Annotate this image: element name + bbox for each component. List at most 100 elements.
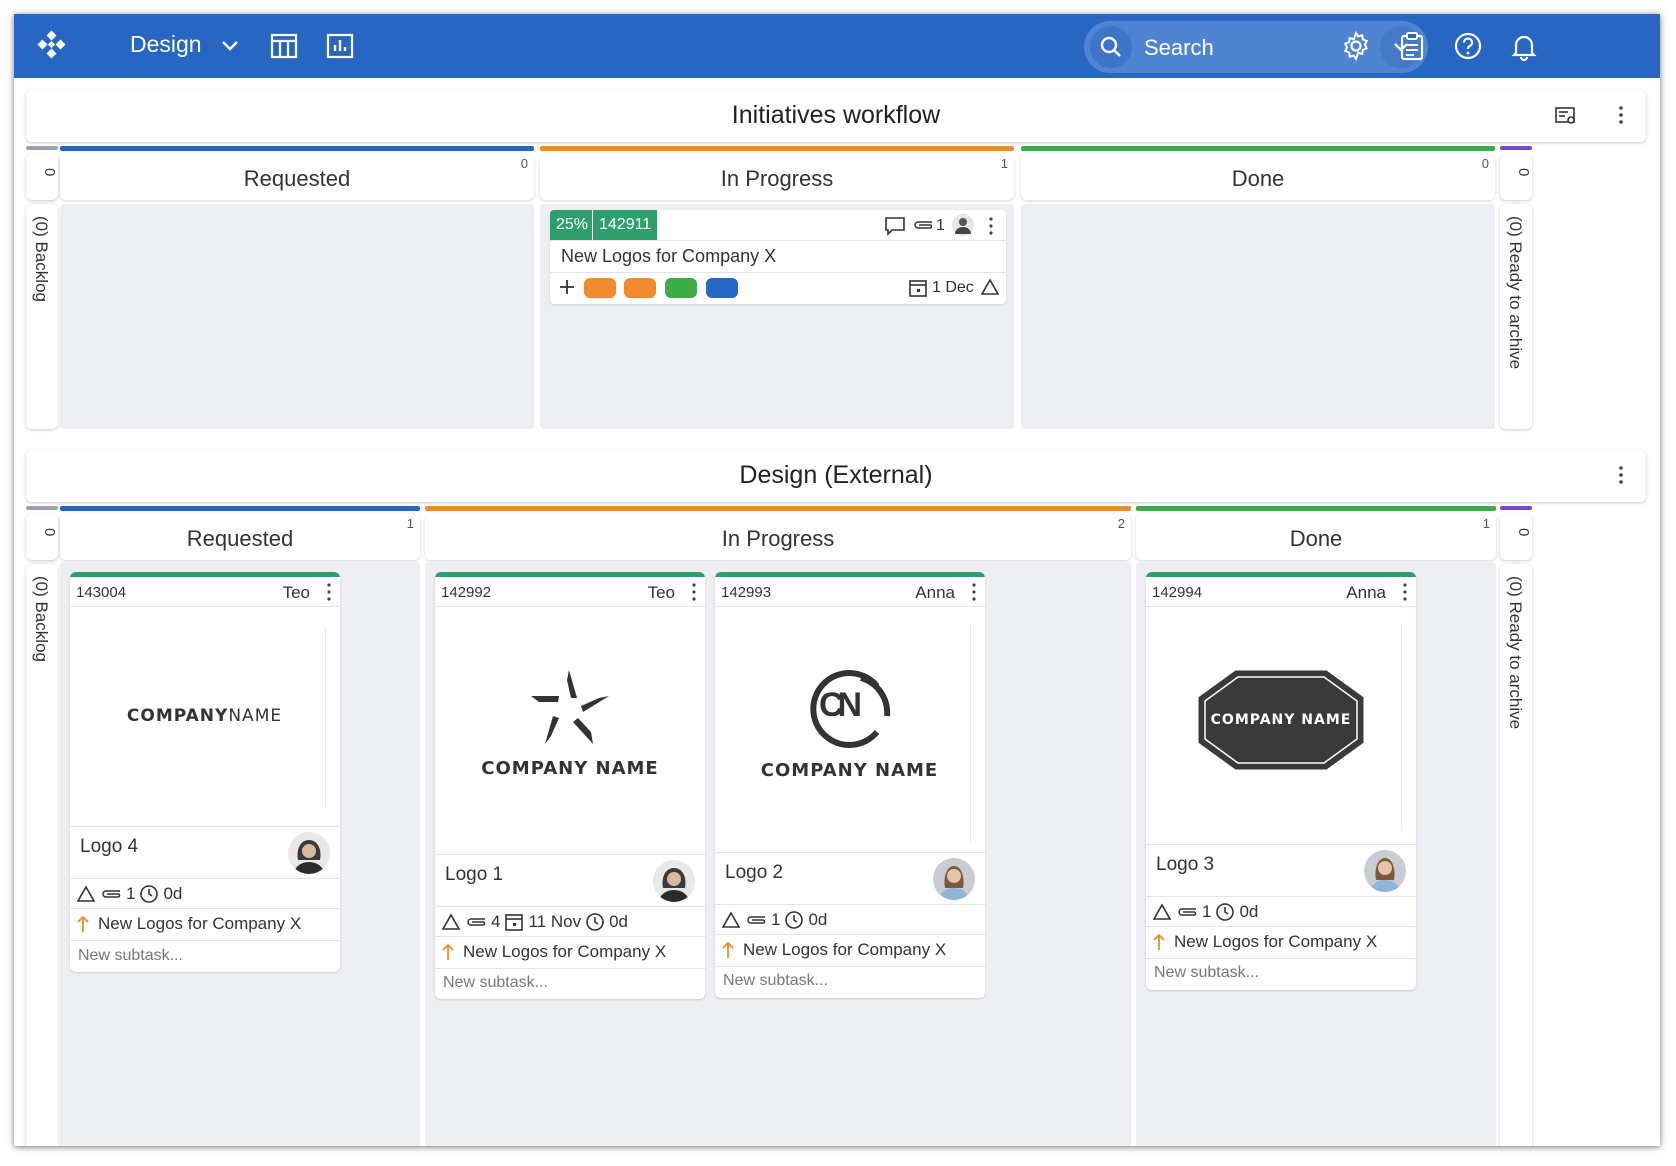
backlog-count[interactable]: 0 <box>26 514 58 560</box>
new-subtask-input[interactable]: New subtask... <box>723 972 828 990</box>
ready-to-archive-column[interactable]: (0) Ready to archive <box>1500 204 1532 429</box>
backlog-column[interactable]: (0) Backlog <box>26 204 58 429</box>
column-header-requested[interactable]: Requested 0 <box>60 154 534 200</box>
initiative-card[interactable]: 25% 142911 1 New Logos for Company X 1 D… <box>550 210 1006 304</box>
priority-triangle-icon[interactable] <box>1152 903 1172 921</box>
card-owner[interactable]: Anna <box>1346 583 1386 603</box>
help-icon[interactable] <box>1452 30 1484 62</box>
divider <box>1146 896 1416 897</box>
arrow-up-icon <box>1153 933 1165 950</box>
parent-link[interactable]: New Logos for Company X <box>76 914 301 934</box>
external-board-header: Design (External) <box>26 450 1646 502</box>
card-owner[interactable]: Teo <box>648 583 675 603</box>
bell-icon[interactable] <box>1508 30 1540 62</box>
divider <box>435 936 705 937</box>
card-menu-icon[interactable] <box>326 582 332 602</box>
app-window: Design Search Initiatives workflow 0 (0)… <box>14 14 1660 1146</box>
card-id[interactable]: 142911 <box>592 210 658 240</box>
backlog-color-bar <box>26 506 58 510</box>
arrow-up-icon <box>722 941 734 958</box>
backlog-column[interactable]: (0) Backlog <box>26 564 58 1146</box>
attachment-icon[interactable] <box>1176 905 1198 919</box>
avatar[interactable] <box>1364 850 1406 892</box>
logo-thumbnail[interactable]: COMPANYNAME <box>84 626 326 808</box>
search-bar[interactable]: Search <box>1084 21 1428 73</box>
card-id[interactable]: 143004 <box>76 584 126 601</box>
tag-pill[interactable] <box>706 278 738 298</box>
card-title[interactable]: Logo 4 <box>80 836 138 858</box>
card-title[interactable]: Logo 1 <box>445 864 503 886</box>
priority-triangle-icon[interactable] <box>980 278 1000 296</box>
tag-pill[interactable] <box>624 278 656 298</box>
card-id[interactable]: 142992 <box>441 584 491 601</box>
backlog-count[interactable]: 0 <box>26 154 58 200</box>
search-icon[interactable] <box>1090 26 1132 68</box>
card-menu-icon[interactable] <box>1402 582 1408 602</box>
attachment-icon[interactable] <box>465 915 487 929</box>
card-menu-icon[interactable] <box>971 582 977 602</box>
tag-pill[interactable] <box>584 278 616 298</box>
progress-badge: 25% <box>550 210 595 240</box>
attachment-icon[interactable] <box>912 218 934 232</box>
clipboard-icon[interactable] <box>1396 30 1428 62</box>
card-owner[interactable]: Anna <box>915 583 955 603</box>
attachment-icon[interactable] <box>745 913 767 927</box>
card-title[interactable]: Logo 2 <box>725 862 783 884</box>
tag-pill[interactable] <box>665 278 697 298</box>
archive-count[interactable]: 0 <box>1500 154 1532 200</box>
avatar[interactable] <box>653 860 695 902</box>
new-subtask-input[interactable]: New subtask... <box>78 947 183 965</box>
avatar[interactable] <box>288 832 330 874</box>
column-header-done[interactable]: Done 0 <box>1021 154 1495 200</box>
table-view-icon[interactable] <box>268 30 300 62</box>
card-menu-icon[interactable] <box>691 582 697 602</box>
column-header-done[interactable]: Done 1 <box>1136 514 1496 560</box>
task-card[interactable]: 142994 Anna COMPANY NAME Logo 3 1 0d New <box>1146 572 1416 990</box>
divider <box>715 852 985 853</box>
column-header-requested[interactable]: Requested 1 <box>60 514 420 560</box>
card-title[interactable]: New Logos for Company X <box>561 246 776 267</box>
chart-view-icon[interactable] <box>324 30 356 62</box>
new-subtask-input[interactable]: New subtask... <box>1154 964 1259 982</box>
ready-to-archive-column[interactable]: (0) Ready to archive <box>1500 564 1532 1146</box>
priority-triangle-icon[interactable] <box>721 911 741 929</box>
card-owner[interactable]: Teo <box>283 583 310 603</box>
column-body-requested[interactable] <box>60 204 534 429</box>
card-meta: 1 0d <box>76 882 182 906</box>
avatar[interactable] <box>933 858 975 900</box>
divider <box>1146 958 1416 959</box>
board-selector[interactable]: Design <box>130 31 202 58</box>
card-id[interactable]: 142993 <box>721 584 771 601</box>
avatar[interactable] <box>952 214 974 236</box>
board-menu-icon[interactable] <box>1618 104 1624 126</box>
column-header-in-progress[interactable]: In Progress 2 <box>425 514 1131 560</box>
attachment-icon[interactable] <box>100 887 122 901</box>
gear-icon[interactable] <box>1340 30 1372 62</box>
logo-thumbnail[interactable]: CN COMPANY NAME <box>729 624 971 842</box>
archive-count[interactable]: 0 <box>1500 514 1532 560</box>
task-card[interactable]: 142993 Anna CN COMPANY NAME Logo 2 1 0d <box>715 572 985 998</box>
star-logo-icon <box>531 670 609 744</box>
add-tag-icon[interactable] <box>558 278 576 296</box>
parent-link[interactable]: New Logos for Company X <box>721 940 946 960</box>
new-subtask-input[interactable]: New subtask... <box>443 974 548 992</box>
app-logo-icon[interactable] <box>36 30 66 60</box>
board-menu-icon[interactable] <box>1618 464 1624 486</box>
search-input[interactable]: Search <box>1144 35 1214 61</box>
card-title[interactable]: Logo 3 <box>1156 854 1214 876</box>
task-card[interactable]: 142992 Teo COMPANY NAME Logo 1 4 11 Nov … <box>435 572 705 999</box>
logo-thumbnail[interactable]: COMPANY NAME <box>449 620 691 848</box>
column-header-in-progress[interactable]: In Progress 1 <box>540 154 1014 200</box>
priority-triangle-icon[interactable] <box>441 913 461 931</box>
parent-link[interactable]: New Logos for Company X <box>1152 932 1377 952</box>
card-id[interactable]: 142994 <box>1152 584 1202 601</box>
card-menu-icon[interactable] <box>988 216 994 236</box>
filter-settings-icon[interactable] <box>1554 104 1578 128</box>
column-body-done[interactable] <box>1021 204 1495 429</box>
parent-link[interactable]: New Logos for Company X <box>441 942 666 962</box>
comment-icon[interactable] <box>884 216 906 236</box>
priority-triangle-icon[interactable] <box>76 885 96 903</box>
task-card[interactable]: 143004 Teo COMPANYNAME Logo 4 1 0d New L… <box>70 572 340 972</box>
chevron-down-icon[interactable] <box>220 36 240 56</box>
logo-thumbnail[interactable]: COMPANY NAME <box>1160 624 1402 830</box>
